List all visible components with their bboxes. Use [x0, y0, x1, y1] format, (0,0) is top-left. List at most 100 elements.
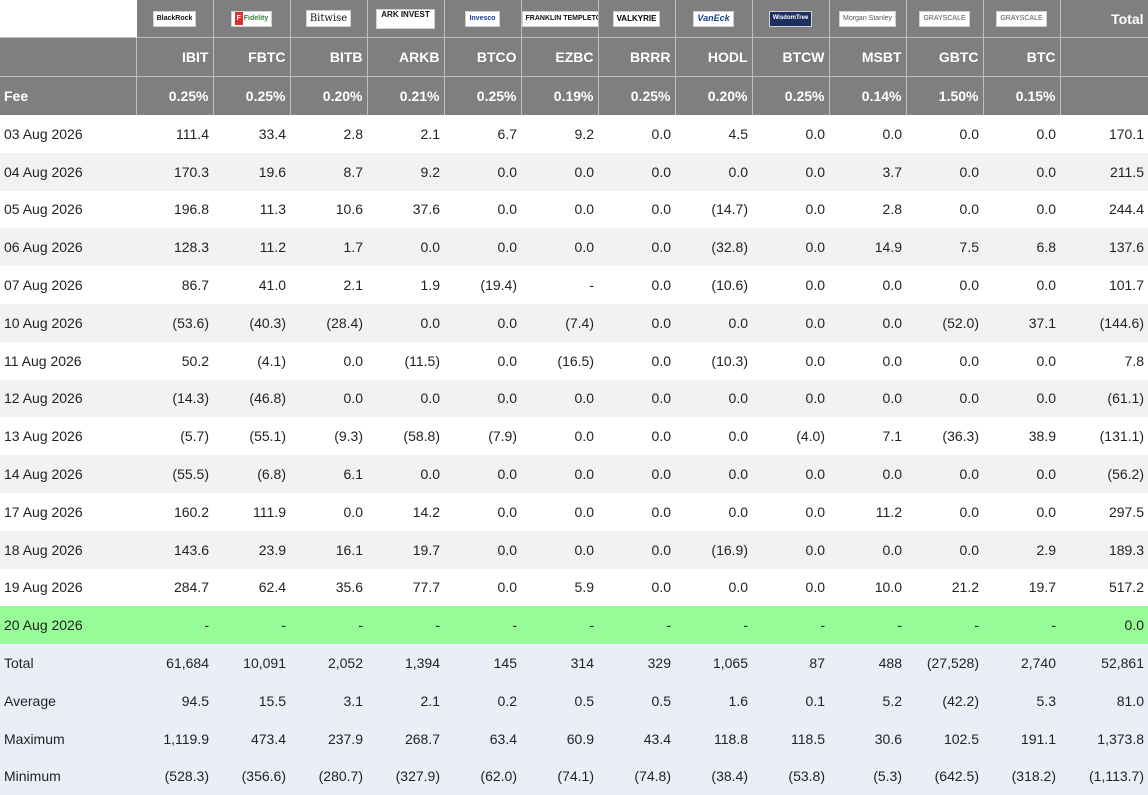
summary-cell: 2,740: [983, 644, 1060, 682]
summary-row: Maximum 1,119.9 473.4 237.9 268.7 63.4 60.9 43.…: [0, 719, 1148, 758]
row-date: 19 Aug 2026: [0, 568, 136, 607]
flow-cell: 0.0: [444, 152, 521, 191]
fee-cell: 1.50%: [906, 76, 984, 115]
summary-cell: (280.7): [290, 757, 367, 795]
logo-cell: Invesco: [444, 0, 522, 38]
flow-cell: 0.0: [521, 455, 598, 493]
row-date: 17 Aug 2026: [0, 492, 136, 531]
flow-cell: 1.7: [290, 228, 367, 267]
flow-cell: 0.0: [752, 115, 829, 153]
flow-cell: 19.7: [983, 568, 1060, 607]
flow-cell: 0.0: [829, 115, 906, 153]
summary-row: Average 94.5 15.5 3.1 2.1 0.2 0.5 0.5 1.6 0.1 5.2(…: [0, 681, 1148, 720]
flow-cell: (16.9): [675, 530, 752, 569]
flow-cell: 0.0: [675, 379, 752, 418]
flow-cell: 0.0: [829, 303, 906, 342]
summary-cell: 268.7: [367, 719, 444, 758]
flow-cell: 35.6: [290, 568, 367, 607]
vaneck-logo: VanEck: [693, 11, 734, 28]
flow-cell: 0.0: [444, 530, 521, 569]
flow-cell: 0.0: [444, 341, 521, 380]
flow-cell: 0.0: [598, 341, 675, 380]
flow-cell: 0.0: [675, 417, 752, 456]
summary-cell: (356.6): [213, 757, 290, 795]
flow-cell: 11.2: [829, 492, 906, 531]
row-total: (56.2): [1060, 455, 1148, 493]
flow-cell: 0.0: [829, 379, 906, 418]
fee-cell: 0.25%: [752, 76, 830, 115]
summary-row: Total 61,684 10,091 2,052 1,394 145 314 329 1,06…: [0, 644, 1148, 682]
flow-cell: (16.5): [521, 341, 598, 380]
summary-cell: 0.5: [521, 681, 598, 720]
row-total: (131.1): [1060, 417, 1148, 456]
row-total: 244.4: [1060, 190, 1148, 229]
flow-cell: 0.0: [983, 455, 1060, 493]
flow-cell: 9.2: [367, 152, 444, 191]
flow-cell: 0.0: [598, 530, 675, 569]
flow-cell: -: [521, 606, 598, 645]
table-row: 18 Aug 2026 143.6 23.9 16.1 19.7 0.0 0.0 0.0 (16…: [0, 530, 1148, 569]
summary-cell: 237.9: [290, 719, 367, 758]
flow-cell: 170.3: [136, 152, 213, 191]
franklin-logo: FRANKLIN TEMPLETON: [521, 11, 597, 28]
flow-cell: 196.8: [136, 190, 213, 229]
flow-cell: 7.1: [829, 417, 906, 456]
table-row: 14 Aug 2026 (55.5) (6.8) 6.1 0.0 0.0 0.0 0.0 0.0…: [0, 455, 1148, 493]
flow-cell: 0.0: [444, 568, 521, 607]
flow-cell: 2.8: [290, 115, 367, 153]
flow-cell: -: [521, 266, 598, 304]
flow-cell: 0.0: [598, 417, 675, 456]
summary-cell: (53.8): [752, 757, 829, 795]
summary-cell: 1,119.9: [136, 719, 213, 758]
flow-cell: 0.0: [598, 379, 675, 418]
flow-cell: 86.7: [136, 266, 213, 304]
summary-cell: 329: [598, 644, 675, 682]
flow-cell: 0.0: [598, 303, 675, 342]
flow-cell: 23.9: [213, 530, 290, 569]
flow-cell: 19.6: [213, 152, 290, 191]
summary-cell: 314: [521, 644, 598, 682]
flow-cell: 0.0: [444, 492, 521, 531]
flow-cell: 0.0: [521, 530, 598, 569]
flow-cell: (4.0): [752, 417, 829, 456]
logo-corner: [0, 0, 137, 38]
flow-cell: 0.0: [983, 115, 1060, 153]
flow-cell: 2.1: [290, 266, 367, 304]
flow-cell: (14.7): [675, 190, 752, 229]
flow-cell: -: [598, 606, 675, 645]
flow-cell: 160.2: [136, 492, 213, 531]
flow-cell: 0.0: [906, 341, 983, 380]
summary-cell: (5.3): [829, 757, 906, 795]
flow-cell: 284.7: [136, 568, 213, 607]
flow-cell: 41.0: [213, 266, 290, 304]
flow-cell: 0.0: [752, 341, 829, 380]
summary-cell: 87: [752, 644, 829, 682]
row-date: 04 Aug 2026: [0, 152, 136, 191]
flow-cell: 1.9: [367, 266, 444, 304]
flow-cell: 77.7: [367, 568, 444, 607]
summary-cell: (318.2): [983, 757, 1060, 795]
summary-cell: (38.4): [675, 757, 752, 795]
logo-cell: BlackRock: [136, 0, 214, 38]
flow-cell: 0.0: [521, 417, 598, 456]
summary-cell: 5.2: [829, 681, 906, 720]
ticker-header: MSBT: [829, 37, 907, 77]
summary-total: 1,373.8: [1060, 719, 1148, 758]
row-date: 05 Aug 2026: [0, 190, 136, 229]
flow-cell: -: [675, 606, 752, 645]
table-row: 20 Aug 2026- - - - - - - - - - - -0.0: [0, 606, 1148, 645]
ticker-header: BITB: [290, 37, 368, 77]
summary-row: Minimum (528.3) (356.6) (280.7) (327.9) (62.0…: [0, 757, 1148, 795]
summary-cell: 15.5: [213, 681, 290, 720]
flow-cell: 0.0: [675, 568, 752, 607]
flow-cell: 62.4: [213, 568, 290, 607]
logo-cell: F Fidelity: [213, 0, 291, 38]
flow-cell: 0.0: [290, 341, 367, 380]
flow-rows: 03 Aug 2026 111.4 33.4 2.8 2.1 6.7 9.2 0.0 4.5 0.…: [0, 115, 1148, 645]
flow-cell: 0.0: [752, 152, 829, 191]
fee-cell: 0.25%: [444, 76, 522, 115]
flow-cell: 0.0: [906, 455, 983, 493]
flow-cell: 0.0: [675, 303, 752, 342]
fidelity-logo: F Fidelity: [230, 11, 273, 28]
table-row: 03 Aug 2026 111.4 33.4 2.8 2.1 6.7 9.2 0.0 4.5 0.…: [0, 115, 1148, 153]
